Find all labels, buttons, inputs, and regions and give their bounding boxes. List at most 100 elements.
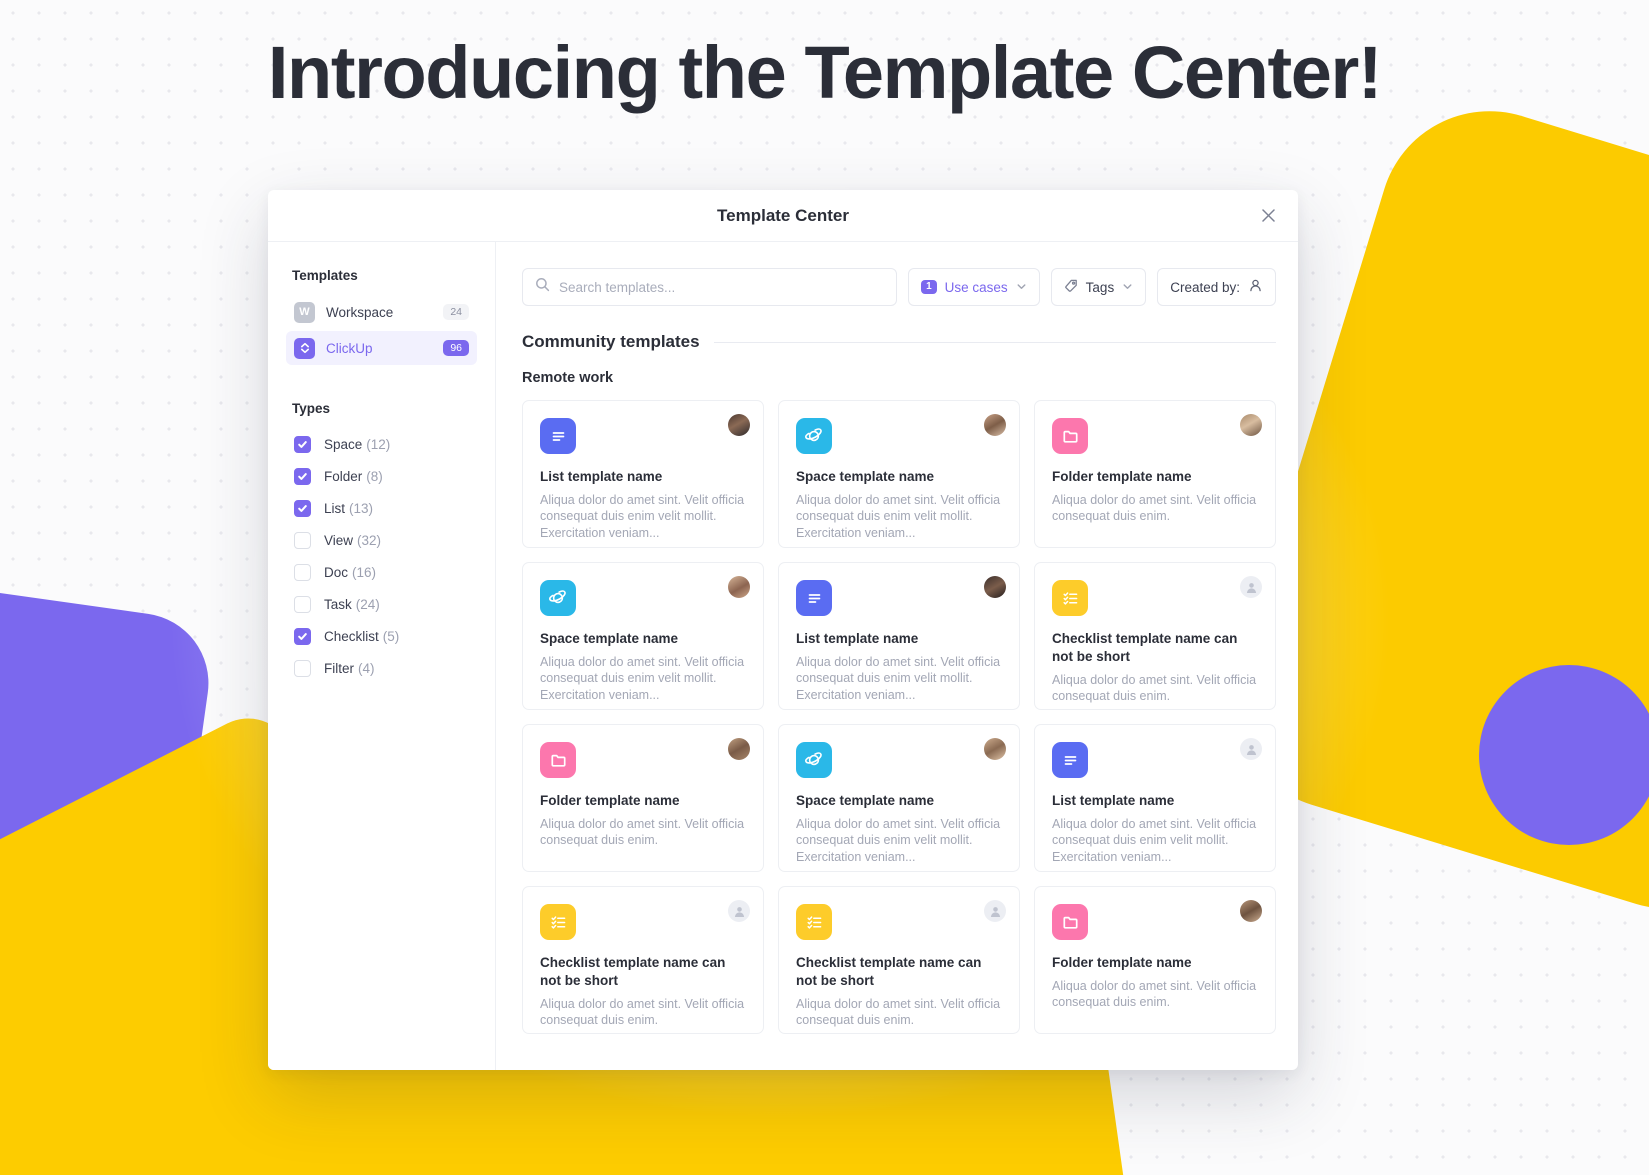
sidebar-item-label: Workspace — [326, 304, 394, 320]
sidebar-item-label: ClickUp — [326, 340, 373, 356]
type-filter-doc[interactable]: Doc (16) — [286, 556, 477, 588]
checkbox[interactable] — [294, 499, 311, 517]
created-by-filter[interactable]: Created by: — [1157, 268, 1276, 306]
tags-label: Tags — [1085, 279, 1115, 295]
type-filter-label: Task — [324, 596, 352, 612]
list-icon — [796, 580, 832, 616]
use-cases-filter[interactable]: 1 Use cases — [908, 268, 1040, 306]
template-card-title: Space template name — [540, 631, 679, 646]
template-card[interactable]: Folder template name Aliqua dolor do amet… — [1034, 886, 1276, 1034]
type-filter-count: (12) — [366, 436, 391, 452]
avatar[interactable] — [1240, 414, 1262, 436]
template-card-description: Aliqua dolor do amet sint. Velit officia… — [540, 816, 745, 848]
type-filter-count: (24) — [355, 596, 380, 612]
close-icon[interactable] — [1252, 200, 1284, 232]
search-box[interactable] — [522, 268, 898, 306]
template-card[interactable]: Folder template name Aliqua dolor do amet… — [1034, 400, 1276, 548]
section-title: Community templates — [522, 332, 700, 351]
checkbox[interactable] — [294, 627, 311, 645]
person-icon — [1248, 278, 1263, 296]
type-filter-checklist[interactable]: Checklist (5) — [286, 620, 477, 652]
type-filter-filter[interactable]: Filter (4) — [286, 652, 477, 684]
template-card-description: Aliqua dolor do amet sint. Velit officia… — [796, 654, 1001, 703]
avatar[interactable] — [984, 900, 1006, 922]
type-filter-list: Space (12) Folder (8) List (13) View (32) Doc (16… — [286, 428, 477, 684]
type-filter-folder[interactable]: Folder (8) — [286, 460, 477, 492]
space-icon — [540, 580, 576, 616]
template-card[interactable]: Checklist template name can not be short… — [522, 886, 764, 1034]
checkbox[interactable] — [294, 531, 311, 549]
sidebar-types-heading: Types — [292, 401, 331, 416]
type-filter-count: (32) — [357, 532, 382, 548]
space-icon — [796, 418, 832, 454]
filter-toolbar: 1 Use cases Tags — [522, 268, 1276, 306]
template-card-title: Folder template name — [540, 793, 680, 808]
template-center-modal: Template Center Templates W Workspace 24 — [268, 190, 1298, 1070]
main-content: 1 Use cases Tags — [496, 242, 1298, 1070]
avatar[interactable] — [728, 900, 750, 922]
list-icon — [540, 418, 576, 454]
template-card-description: Aliqua dolor do amet sint. Velit officia… — [540, 996, 745, 1028]
template-card-description: Aliqua dolor do amet sint. Velit officia… — [540, 492, 745, 541]
checkbox[interactable] — [294, 563, 311, 581]
avatar[interactable] — [984, 414, 1006, 436]
checkbox[interactable] — [294, 659, 311, 677]
modal-title: Template Center — [717, 205, 849, 225]
space-icon — [796, 742, 832, 778]
search-input[interactable] — [559, 279, 885, 295]
template-card[interactable]: List template name Aliqua dolor do amet s… — [1034, 724, 1276, 872]
type-filter-count: (5) — [382, 628, 400, 644]
avatar[interactable] — [1240, 900, 1262, 922]
template-card-title: List template name — [796, 631, 919, 646]
checkbox[interactable] — [294, 467, 311, 485]
template-card-title: Checklist template name can not be short — [540, 955, 726, 988]
template-card-description: Aliqua dolor do amet sint. Velit officia… — [1052, 672, 1257, 704]
template-card[interactable]: Checklist template name can not be short… — [778, 886, 1020, 1034]
tag-icon — [1064, 279, 1078, 296]
template-card[interactable]: Space template name Aliqua dolor do amet … — [778, 400, 1020, 548]
checkbox[interactable] — [294, 435, 311, 453]
avatar[interactable] — [984, 576, 1006, 598]
type-filter-count: (4) — [358, 660, 375, 676]
template-card-description: Aliqua dolor do amet sint. Velit officia… — [1052, 978, 1257, 1010]
sidebar-item-clickup[interactable]: ClickUp 96 — [286, 331, 477, 365]
avatar[interactable] — [984, 738, 1006, 760]
type-filter-label: Space — [324, 436, 363, 452]
template-card-title: Folder template name — [1052, 955, 1192, 970]
template-card[interactable]: Space template name Aliqua dolor do amet … — [778, 724, 1020, 872]
type-filter-view[interactable]: View (32) — [286, 524, 477, 556]
workspace-avatar-icon: W — [294, 301, 315, 323]
folder-icon — [1052, 904, 1088, 940]
type-filter-label: List — [324, 500, 346, 516]
template-card-description: Aliqua dolor do amet sint. Velit officia… — [1052, 816, 1257, 865]
template-card[interactable]: List template name Aliqua dolor do amet s… — [778, 562, 1020, 710]
avatar[interactable] — [1240, 738, 1262, 760]
checkbox[interactable] — [294, 595, 311, 613]
template-card-title: Space template name — [796, 469, 935, 484]
avatar[interactable] — [728, 738, 750, 760]
avatar[interactable] — [728, 414, 750, 436]
type-filter-task[interactable]: Task (24) — [286, 588, 477, 620]
type-filter-list[interactable]: List (13) — [286, 492, 477, 524]
template-card-title: List template name — [540, 469, 663, 484]
type-filter-label: Folder — [324, 468, 363, 484]
section-divider — [713, 341, 1276, 343]
avatar[interactable] — [728, 576, 750, 598]
tags-filter[interactable]: Tags — [1050, 268, 1147, 306]
modal-header: Template Center — [268, 190, 1298, 242]
avatar[interactable] — [1240, 576, 1262, 598]
template-card-title: Space template name — [796, 793, 935, 808]
sidebar-item-workspace[interactable]: W Workspace 24 — [286, 295, 477, 329]
template-card[interactable]: Folder template name Aliqua dolor do amet… — [522, 724, 764, 872]
template-card[interactable]: Checklist template name can not be short… — [1034, 562, 1276, 710]
section-header: Community templates — [522, 332, 1276, 352]
sidebar-templates-heading: Templates — [292, 268, 358, 283]
clickup-count-badge: 96 — [443, 340, 469, 356]
template-card[interactable]: List template name Aliqua dolor do amet s… — [522, 400, 764, 548]
search-icon — [535, 277, 550, 297]
type-filter-space[interactable]: Space (12) — [286, 428, 477, 460]
type-filter-count: (8) — [366, 468, 383, 484]
template-card[interactable]: Space template name Aliqua dolor do amet … — [522, 562, 764, 710]
created-by-label: Created by: — [1170, 279, 1240, 295]
chevron-down-icon — [1122, 280, 1133, 295]
